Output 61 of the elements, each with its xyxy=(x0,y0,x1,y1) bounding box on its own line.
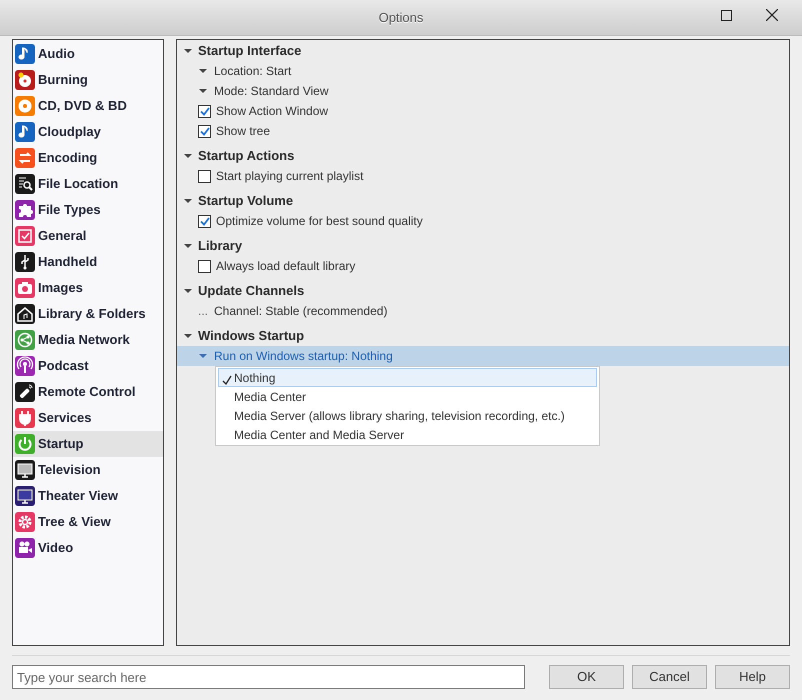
close-icon xyxy=(766,9,778,21)
sidebar-item[interactable]: Media Network xyxy=(13,327,163,353)
checkmark-icon xyxy=(222,374,232,386)
ellipsis-marker: ... xyxy=(198,303,208,320)
dialog-button[interactable]: OK xyxy=(549,665,624,689)
checkbox-label[interactable]: Show Action Window xyxy=(216,102,328,120)
search-field[interactable]: Type your search here xyxy=(12,665,525,689)
sidebar-item[interactable]: File Location xyxy=(13,171,163,197)
section-heading: Library xyxy=(198,237,242,256)
expand-icon[interactable] xyxy=(183,152,193,160)
section-heading: Startup Actions xyxy=(198,147,294,166)
expand-icon[interactable] xyxy=(183,242,193,250)
expand-icon[interactable] xyxy=(183,332,193,340)
sidebar-item[interactable]: Audio xyxy=(13,41,163,67)
dropdown-icon[interactable] xyxy=(198,87,208,95)
sidebar-item[interactable]: Television xyxy=(13,457,163,483)
section-heading: Update Channels xyxy=(198,282,304,300)
setting-choice[interactable]: Mode: Standard View xyxy=(214,82,329,100)
sidebar-item[interactable]: Encoding xyxy=(13,145,163,171)
sidebar-item[interactable]: File Types xyxy=(13,197,163,223)
expand-icon[interactable] xyxy=(183,287,193,295)
sidebar-item[interactable]: Tree & View xyxy=(13,509,163,535)
checkbox-label[interactable]: Show tree xyxy=(216,122,270,140)
checkbox[interactable] xyxy=(198,124,211,138)
checkbox[interactable] xyxy=(198,214,211,228)
sidebar-item[interactable]: Library & Folders xyxy=(13,301,163,327)
sidebar-item[interactable]: Images xyxy=(13,275,163,301)
maximize-icon xyxy=(720,10,732,20)
sidebar-item[interactable]: Burning xyxy=(13,67,163,93)
setting-value: Channel: Stable (recommended) xyxy=(214,303,388,320)
setting-choice[interactable]: Location: Start xyxy=(214,62,292,80)
section-heading: Windows Startup xyxy=(198,327,304,346)
checkbox[interactable] xyxy=(198,260,211,272)
sidebar-item[interactable]: General xyxy=(13,223,163,249)
sidebar-item[interactable]: Startup xyxy=(13,431,163,457)
window-title: Options xyxy=(378,8,424,27)
dialog-button[interactable]: Help xyxy=(715,665,790,689)
menu-option[interactable]: Media Server (allows library sharing, television recording, etc.) xyxy=(218,406,597,425)
sidebar-item[interactable]: Video xyxy=(13,535,163,561)
checkbox-label[interactable]: Always load default library xyxy=(216,257,356,275)
dropdown-icon[interactable] xyxy=(198,67,208,75)
menu-option[interactable]: Media Center xyxy=(218,387,597,406)
sidebar-item[interactable]: Services xyxy=(13,405,163,431)
menu-option[interactable]: Nothing xyxy=(218,368,597,387)
checkbox[interactable] xyxy=(198,170,211,182)
checkbox-label[interactable]: Optimize volume for best sound quality xyxy=(216,212,423,230)
expand-icon[interactable] xyxy=(183,197,193,205)
setting-row[interactable]: Run on Windows startup: Nothing xyxy=(177,346,789,366)
sidebar-item[interactable]: Handheld xyxy=(13,249,163,275)
sidebar-item[interactable]: Remote Control xyxy=(13,379,163,405)
dialog-button[interactable]: Cancel xyxy=(632,665,707,689)
checkbox[interactable] xyxy=(198,104,211,118)
checkbox-label[interactable]: Start playing current playlist xyxy=(216,167,364,185)
sidebar-item[interactable]: Cloudplay xyxy=(13,119,163,145)
menu-option[interactable]: Media Center and Media Server xyxy=(218,425,597,444)
section-heading: Startup Interface xyxy=(198,42,302,60)
sidebar-item[interactable]: Podcast xyxy=(13,353,163,379)
sidebar-item[interactable]: CD, DVD & BD xyxy=(13,93,163,119)
expand-icon[interactable] xyxy=(183,47,193,55)
sidebar-item[interactable]: Theater View xyxy=(13,483,163,509)
section-heading: Startup Volume xyxy=(198,192,294,210)
